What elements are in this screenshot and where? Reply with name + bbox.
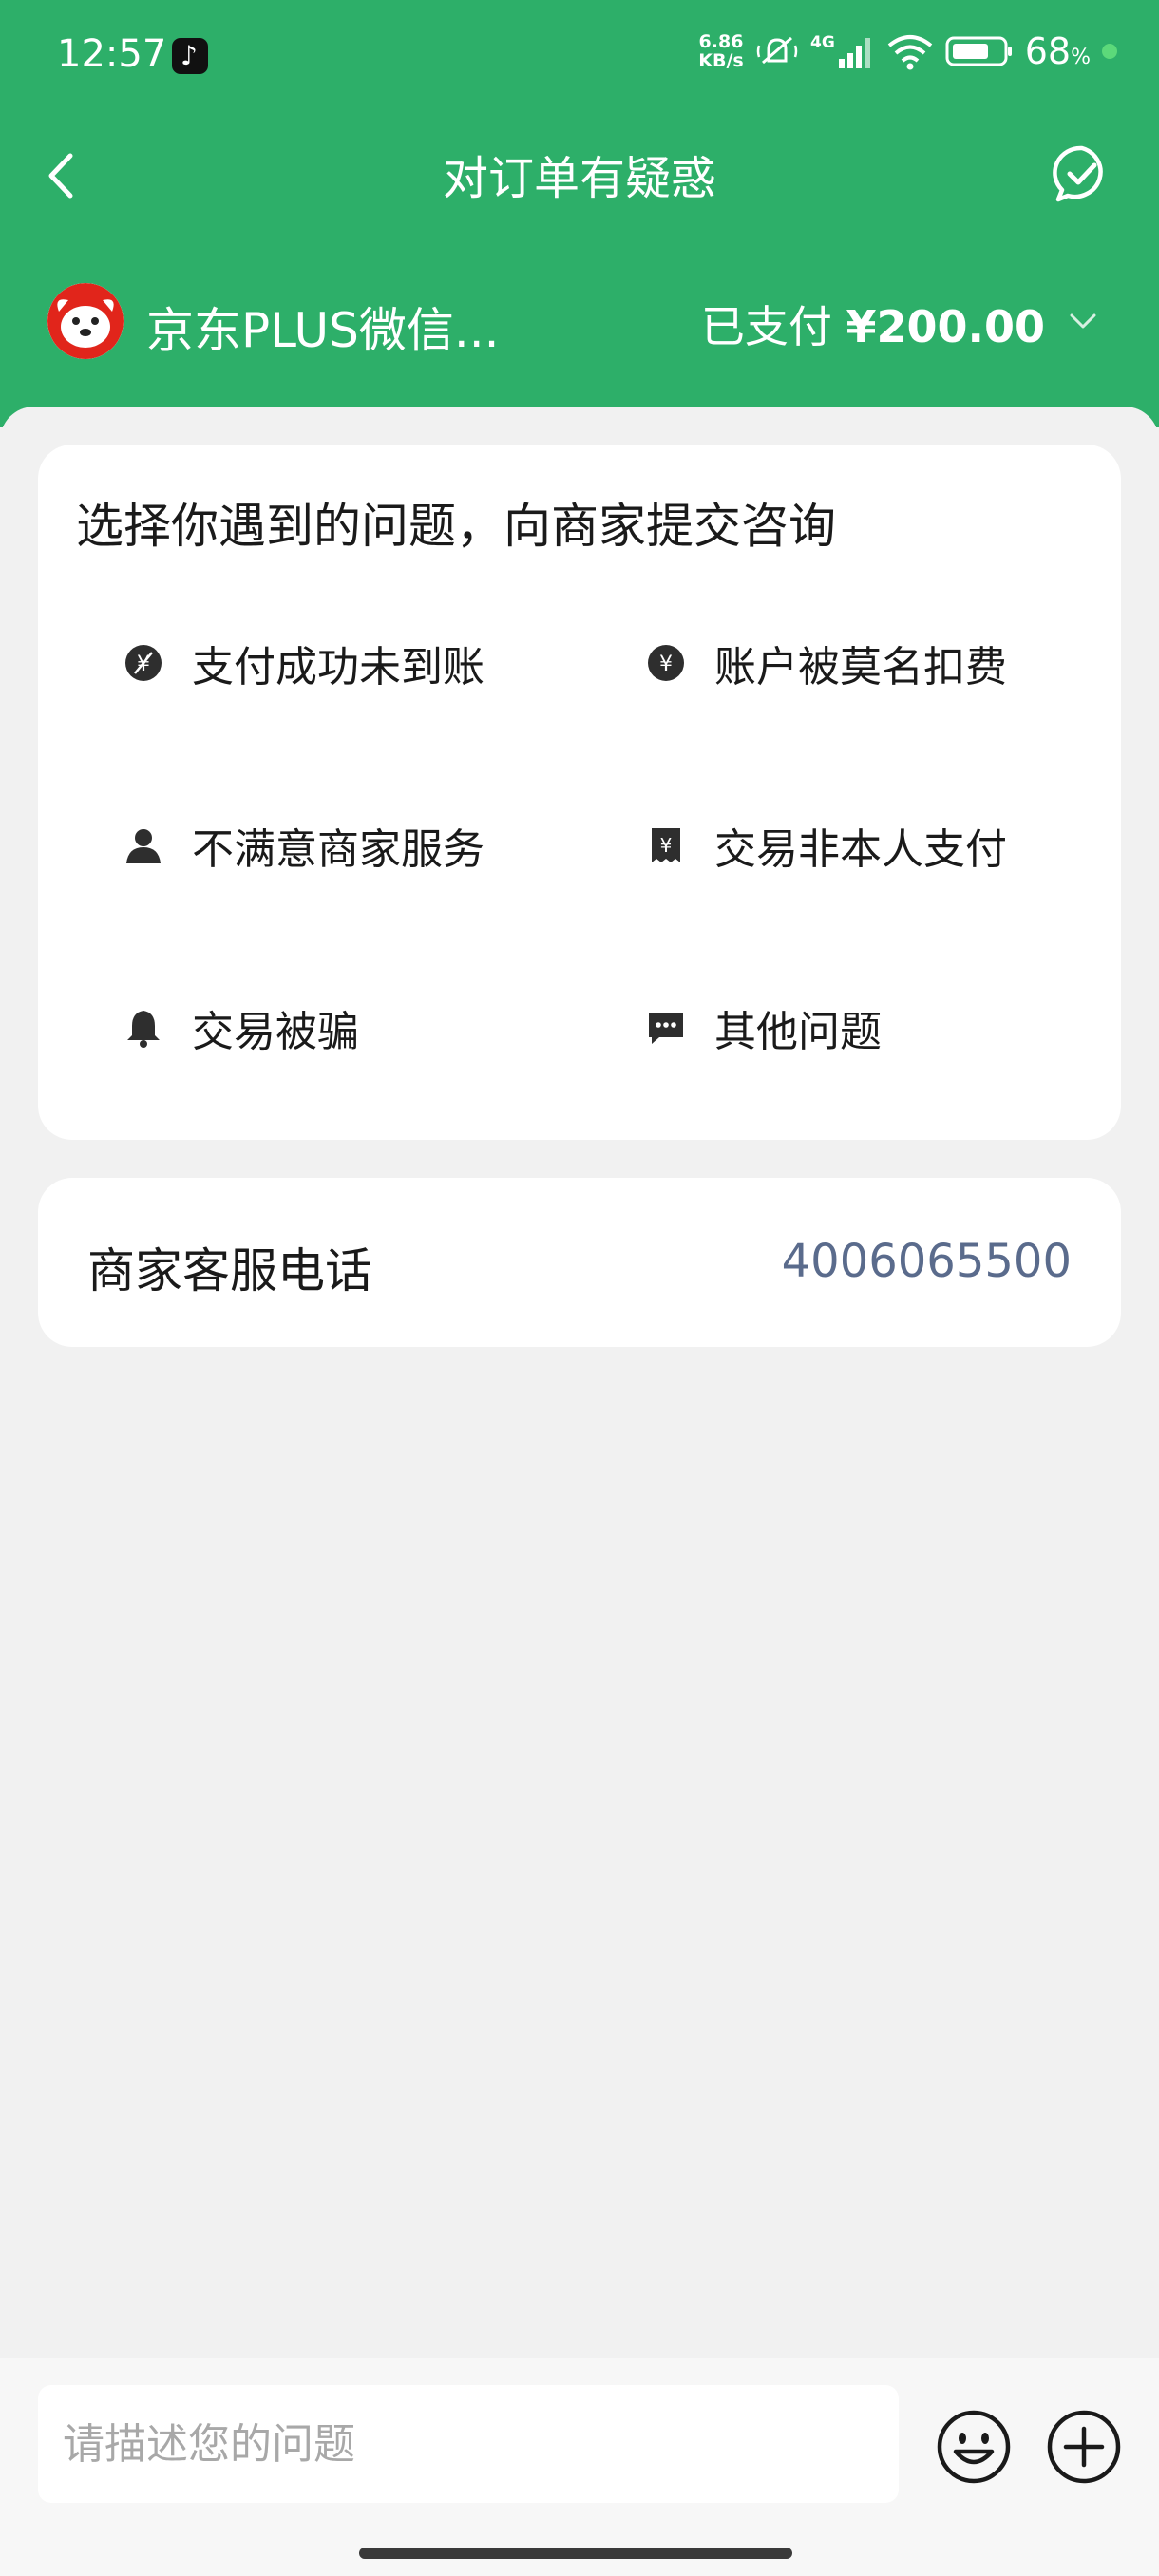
issues-card: 选择你遇到的问题，向商家提交咨询 ¥ 支付成功未到账 ¥ 账户被莫名扣费 不满意… — [38, 445, 1121, 1140]
ticket-yuan-icon: ¥ — [646, 825, 686, 865]
merchant-name: 京东PLUS微信... — [146, 303, 500, 358]
issue-option-unexplained-charge[interactable]: ¥ 账户被莫名扣费 — [646, 625, 1007, 701]
privacy-indicator-dot — [1102, 44, 1117, 59]
merchant-order-summary[interactable]: 京东PLUS微信... 已支付 ¥200.00 — [0, 275, 1159, 367]
yuan-coin-icon: ¥ — [646, 643, 686, 683]
issues-heading: 选择你遇到的问题，向商家提交咨询 — [76, 499, 836, 554]
svg-text:¥: ¥ — [659, 653, 673, 676]
complaint-chat-check-icon[interactable] — [1051, 142, 1113, 205]
merchant-phone-card: 商家客服电话 4006065500 — [38, 1178, 1121, 1347]
issue-option-unsatisfied-service[interactable]: 不满意商家服务 — [124, 807, 484, 883]
status-indicators: 6.86 KB/s 4G 68% — [698, 30, 1117, 72]
issue-option-unauthorized-payment[interactable]: ¥ 交易非本人支付 — [646, 807, 1007, 883]
mute-vibrate-icon — [756, 36, 797, 65]
emoji-icon[interactable] — [935, 2408, 1013, 2486]
person-icon — [124, 825, 163, 865]
battery-percent: 68% — [1024, 30, 1091, 72]
add-attachment-icon[interactable] — [1045, 2408, 1123, 2486]
home-indicator[interactable] — [359, 2548, 792, 2559]
paid-label: 已支付 — [700, 301, 832, 352]
phone-number-link[interactable]: 4006065500 — [782, 1235, 1072, 1288]
issue-option-payment-not-received[interactable]: ¥ 支付成功未到账 — [124, 625, 484, 701]
net-speed: 6.86 KB/s — [698, 31, 744, 71]
merchant-avatar — [48, 283, 124, 359]
bell-icon — [124, 1008, 163, 1048]
svg-text:4G: 4G — [810, 33, 835, 52]
wifi-icon — [887, 35, 933, 70]
status-time: 12:57 — [57, 32, 167, 76]
question-input[interactable] — [38, 2385, 899, 2503]
phone-label: 商家客服电话 — [87, 1243, 372, 1298]
status-bar: 12:57 ♪ 6.86 KB/s 4G 68% — [0, 0, 1159, 114]
paid-status: 已支付 ¥200.00 — [701, 293, 1045, 355]
issue-option-scammed[interactable]: 交易被骗 — [124, 990, 359, 1066]
issue-option-other[interactable]: 其他问题 — [646, 990, 882, 1066]
payment-not-received-icon: ¥ — [124, 643, 163, 683]
chevron-down-icon[interactable] — [1064, 302, 1102, 340]
page-title: 对订单有疑惑 — [442, 152, 716, 205]
cellular-signal-icon: 4G — [810, 33, 870, 68]
svg-text:¥: ¥ — [660, 834, 673, 857]
tiktok-notification-icon: ♪ — [172, 38, 208, 74]
jd-mascot-icon — [48, 283, 124, 359]
chat-bubble-icon — [646, 1008, 686, 1048]
message-composer — [0, 2358, 1159, 2576]
battery-icon — [945, 36, 1012, 66]
paid-amount: ¥200.00 — [846, 301, 1045, 352]
